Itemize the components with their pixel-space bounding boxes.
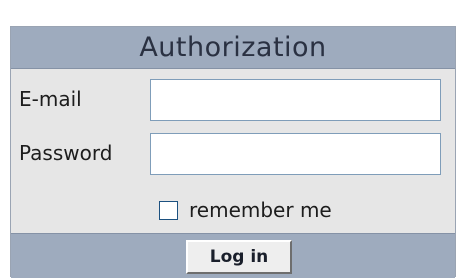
authorization-panel: Authorization E-mail Password remember m… bbox=[10, 26, 456, 278]
password-row: Password bbox=[11, 133, 455, 181]
password-field[interactable] bbox=[150, 133, 441, 175]
email-field[interactable] bbox=[150, 79, 441, 121]
panel-footer: Log in bbox=[11, 233, 455, 278]
login-button[interactable]: Log in bbox=[186, 240, 292, 274]
password-label: Password bbox=[19, 141, 113, 165]
email-row: E-mail bbox=[11, 79, 455, 127]
panel-header: Authorization bbox=[11, 27, 455, 69]
remember-me-checkbox[interactable] bbox=[159, 200, 178, 220]
panel-title: Authorization bbox=[139, 32, 327, 63]
remember-me-label[interactable]: remember me bbox=[189, 198, 332, 222]
remember-me-option[interactable]: remember me bbox=[159, 198, 332, 222]
form-body: E-mail Password remember me bbox=[11, 69, 455, 233]
email-label: E-mail bbox=[19, 87, 82, 111]
